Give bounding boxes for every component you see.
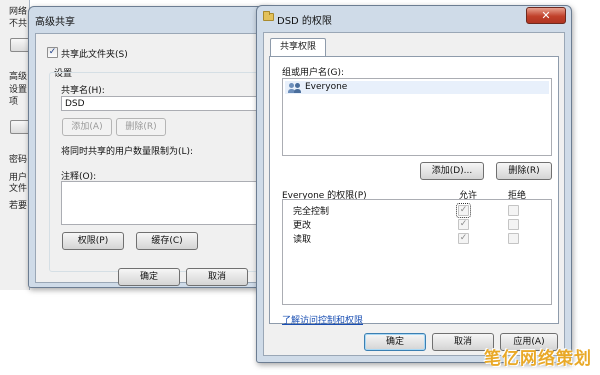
bg-text-6: 项 [9, 97, 19, 107]
permissions-list: 完全控制 ✓ 更改 ✓ 读取 ✓ [282, 199, 552, 305]
share-folder-checkbox[interactable]: ✓ [47, 47, 58, 58]
change-allow-checkbox[interactable]: ✓ [458, 219, 469, 230]
advanced-cancel-button[interactable]: 取消 [186, 268, 248, 286]
caching-button[interactable]: 缓存(C) [136, 232, 198, 250]
watermark: 笔亿网络策划 [484, 349, 592, 369]
user-limit-label: 将同时共享的用户数量限制为(L): [61, 147, 194, 157]
share-folder-label: 共享此文件夹(S) [61, 50, 128, 60]
permissions-body: 共享权限 组或用户名(G): Everyone 添加(D)... 删除(R) E… [263, 32, 565, 356]
list-item[interactable]: Everyone [285, 81, 549, 94]
share-add-button[interactable]: 添加(A) [62, 118, 112, 136]
bg-text-9: 文件 [9, 184, 28, 194]
perm-row-read: 读取 [293, 235, 312, 245]
read-deny-checkbox[interactable] [508, 233, 519, 244]
advanced-ok-button[interactable]: 确定 [118, 268, 180, 286]
comments-field[interactable] [61, 181, 261, 225]
learn-permissions-link[interactable]: 了解访问控制和权限 [282, 313, 363, 326]
share-remove-button[interactable]: 删除(R) [116, 118, 166, 136]
advanced-sharing-titlebar[interactable]: 高级共享 [29, 7, 272, 31]
perm-add-button[interactable]: 添加(D)... [420, 162, 484, 180]
read-allow-checkbox[interactable]: ✓ [458, 233, 469, 244]
folder-icon [263, 11, 274, 21]
share-name-label: 共享名(H): [61, 86, 105, 96]
advanced-sharing-body: ✓ 共享此文件夹(S) 设置 共享名(H): DSD 添加(A) 删除(R) 将… [35, 33, 267, 286]
full-control-deny-checkbox[interactable] [508, 205, 519, 216]
user-name: Everyone [305, 82, 348, 92]
group-user-label: 组或用户名(G): [282, 68, 345, 78]
bg-text-10: 若要 [9, 201, 28, 211]
full-control-allow-checkbox[interactable]: ✓ [456, 203, 471, 218]
tab-pane: 组或用户名(G): Everyone 添加(D)... 删除(R) Everyo… [269, 56, 559, 326]
permissions-ok-button[interactable]: 确定 [364, 333, 426, 351]
change-deny-checkbox[interactable] [508, 219, 519, 230]
share-name-value: DSD [65, 99, 85, 109]
perm-remove-button[interactable]: 删除(R) [496, 162, 552, 180]
permissions-dialog: DSD 的权限 ✕ 共享权限 组或用户名(G): Everyone 添加(D).… [256, 5, 572, 363]
bg-text-4: 高级 [9, 72, 28, 82]
users-icon [288, 83, 302, 93]
permissions-title: DSD 的权限 [277, 16, 332, 27]
background-window: 网络 不共 高级 设置 项 密码 用户 文件 若要 [0, 0, 32, 290]
dialog-title: 高级共享 [35, 17, 75, 28]
permissions-button[interactable]: 权限(P) [62, 232, 124, 250]
tab-share-permissions[interactable]: 共享权限 [270, 38, 326, 57]
perm-row-change: 更改 [293, 221, 312, 231]
users-listbox[interactable]: Everyone [282, 78, 552, 156]
bg-text-7: 密码 [9, 155, 28, 165]
permissions-titlebar[interactable]: DSD 的权限 ✕ [257, 6, 571, 30]
close-icon[interactable]: ✕ [526, 7, 566, 24]
share-name-field[interactable]: DSD [61, 96, 261, 111]
advanced-sharing-dialog: 高级共享 ✓ 共享此文件夹(S) 设置 共享名(H): DSD 添加(A) 删除… [28, 6, 273, 288]
bg-text-2: 不共 [9, 19, 28, 29]
perm-row-full-control: 完全控制 [293, 207, 330, 217]
